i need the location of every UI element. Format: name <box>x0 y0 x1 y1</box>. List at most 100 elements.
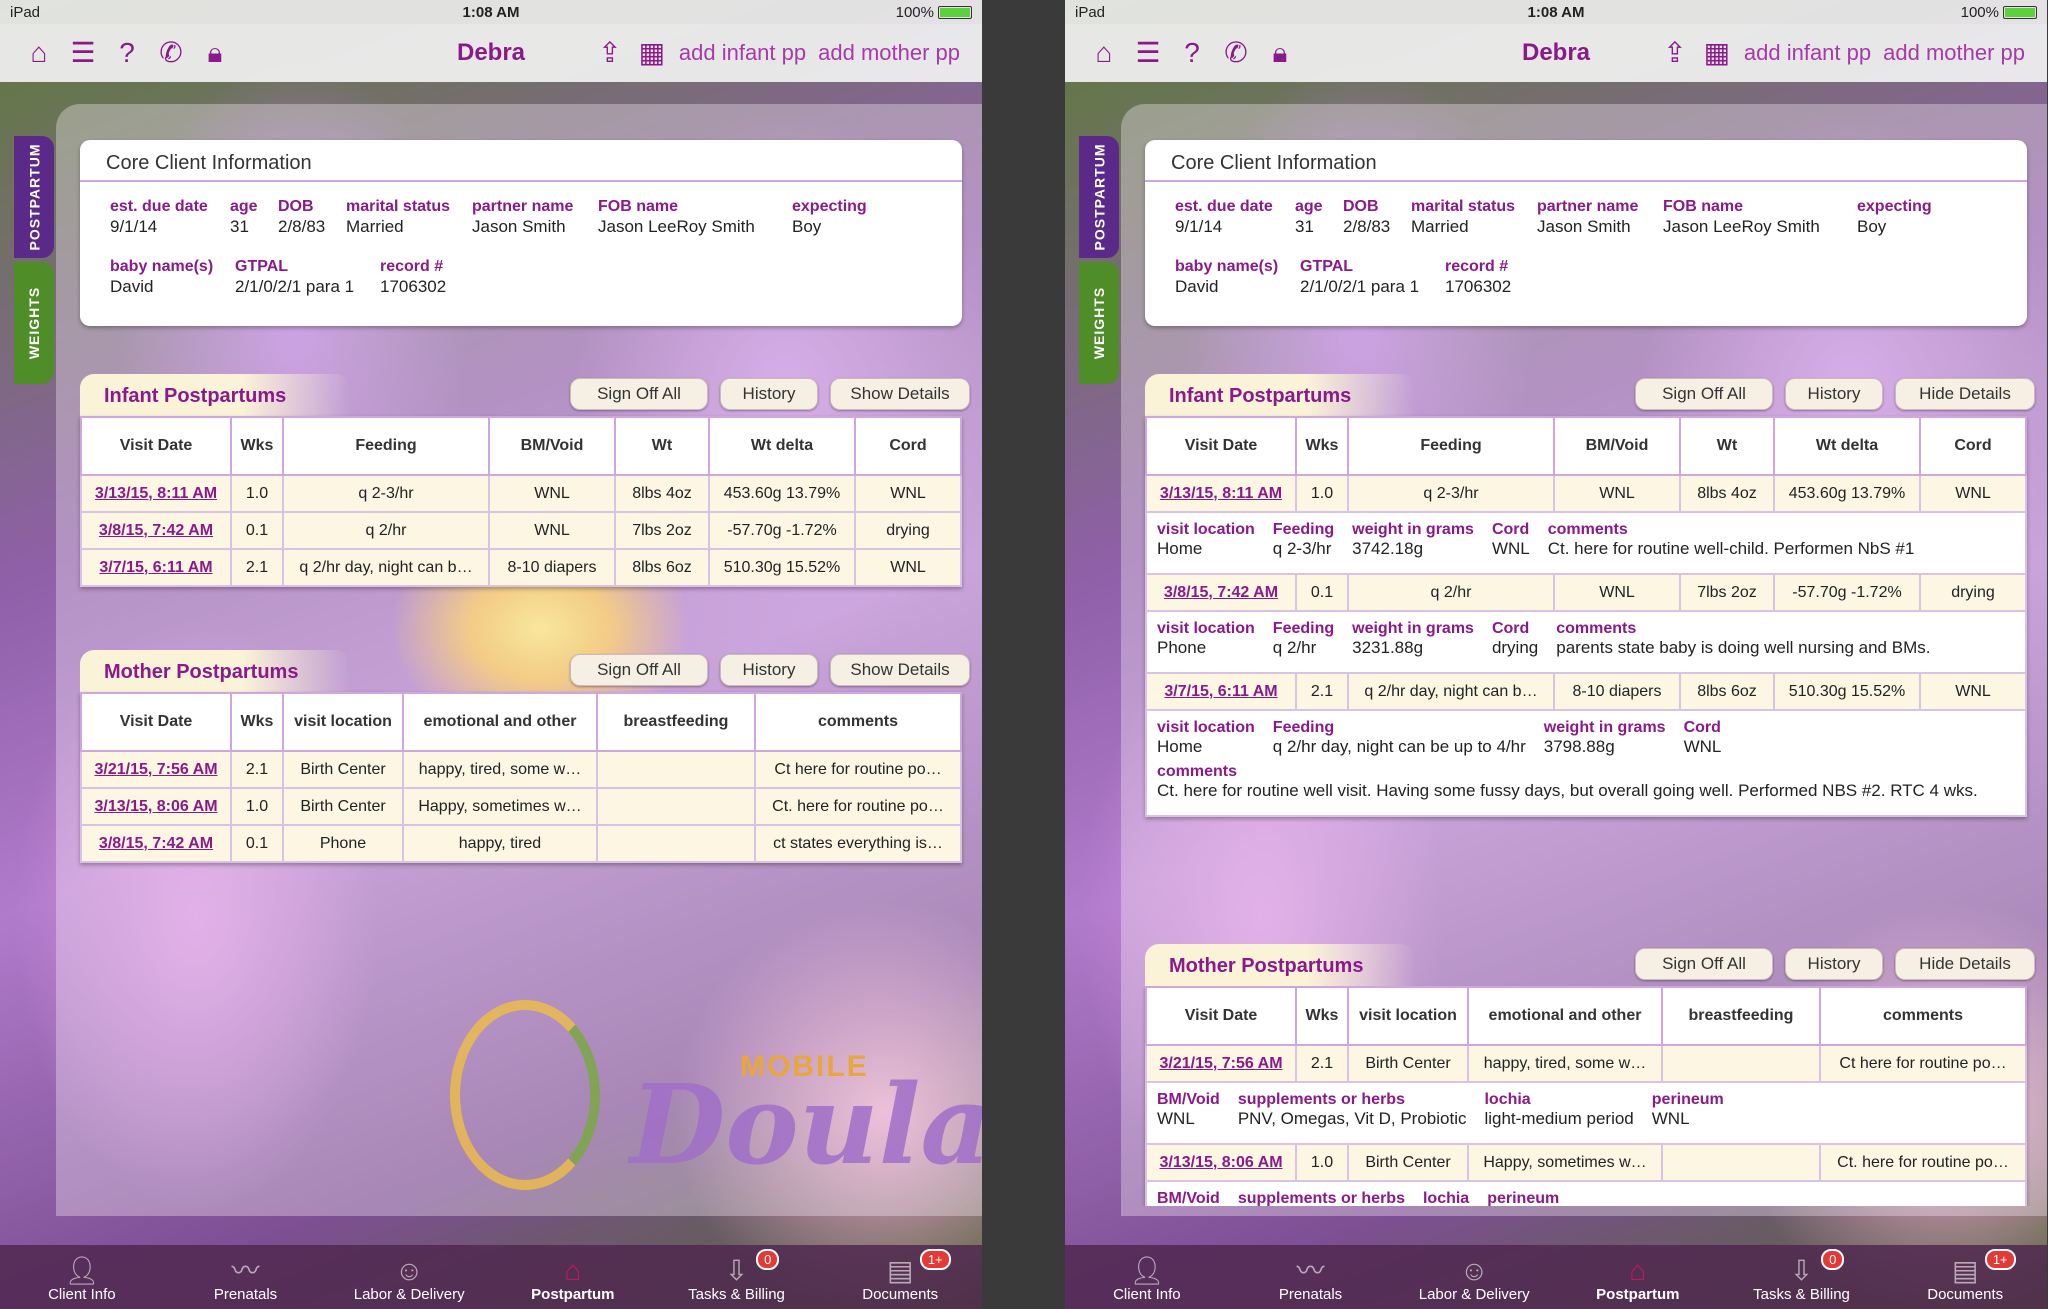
visit-date-link[interactable]: 3/13/15, 8:06 AM <box>80 787 232 826</box>
col-wt[interactable]: Wt <box>1679 416 1775 476</box>
col-visit-date[interactable]: Visit Date <box>80 416 232 476</box>
mother-hide-details-button[interactable]: Hide Details <box>1895 948 2035 980</box>
table-row[interactable]: 3/8/15, 7:42 AM 0.1 q 2/hr WNL 7lbs 2oz … <box>1145 573 2027 612</box>
visit-date-link[interactable]: 3/8/15, 7:42 AM <box>1145 573 1297 612</box>
side-tab-weights[interactable]: WEIGHTS <box>1079 262 1119 384</box>
table-row[interactable]: 3/7/15, 6:11 AM 2.1 q 2/hr day, night ca… <box>1145 672 2027 711</box>
tab-labor-delivery[interactable]: ☺ Labor & Delivery <box>327 1245 491 1309</box>
tab-client-info[interactable]: 👤︎ Client Info <box>0 1245 164 1309</box>
cell: q 2/hr day, night can b… <box>282 548 490 587</box>
col-cord[interactable]: Cord <box>1919 416 2027 476</box>
mother-history-button[interactable]: History <box>1785 948 1883 980</box>
mother-sign-off-all-button[interactable]: Sign Off All <box>570 654 708 686</box>
infant-show-details-button[interactable]: Show Details <box>830 378 970 410</box>
infant-history-button[interactable]: History <box>720 378 818 410</box>
home-icon[interactable]: ⌂ <box>1089 38 1119 68</box>
col-bm-void[interactable]: BM/Void <box>488 416 616 476</box>
infant-sign-off-all-button[interactable]: Sign Off All <box>1635 378 1773 410</box>
side-tab-weights[interactable]: WEIGHTS <box>14 262 54 384</box>
col-feeding[interactable]: Feeding <box>282 416 490 476</box>
mother-history-button[interactable]: History <box>720 654 818 686</box>
tab-tasks-billing[interactable]: ⇩ 0 Tasks & Billing <box>1720 1245 1884 1309</box>
col-bm-void[interactable]: BM/Void <box>1553 416 1681 476</box>
col-feeding[interactable]: Feeding <box>1347 416 1555 476</box>
visit-date-link[interactable]: 3/8/15, 7:42 AM <box>80 824 232 863</box>
side-tab-postpartum[interactable]: POSTPARTUM <box>14 136 54 258</box>
table-row[interactable]: 3/21/15, 7:56 AM 2.1 Birth Center happy,… <box>80 750 962 789</box>
col-cord[interactable]: Cord <box>854 416 962 476</box>
col-wks[interactable]: Wks <box>1295 986 1349 1046</box>
col-visit-location[interactable]: visit location <box>1347 986 1469 1046</box>
calendar-icon[interactable]: ▦ <box>637 36 667 69</box>
home-icon[interactable]: ⌂ <box>24 38 54 68</box>
infant-hide-details-button[interactable]: Hide Details <box>1895 378 2035 410</box>
tab-tasks-billing[interactable]: ⇩ 0 Tasks & Billing <box>655 1245 819 1309</box>
phone-icon[interactable]: ✆ <box>156 38 186 68</box>
visit-date-link[interactable]: 3/21/15, 7:56 AM <box>1145 1044 1297 1083</box>
infant-history-button[interactable]: History <box>1785 378 1883 410</box>
add-infant-pp-link[interactable]: add infant pp <box>1744 40 1871 66</box>
table-row[interactable]: 3/7/15, 6:11 AM 2.1 q 2/hr day, night ca… <box>80 548 962 587</box>
col-wks[interactable]: Wks <box>230 692 284 752</box>
help-icon[interactable]: ? <box>1177 38 1207 68</box>
table-row[interactable]: 3/13/15, 8:11 AM 1.0 q 2-3/hr WNL 8lbs 4… <box>80 474 962 513</box>
share-icon[interactable]: ⇪ <box>1660 36 1690 69</box>
cell: q 2/hr <box>282 511 490 550</box>
add-infant-pp-link[interactable]: add infant pp <box>679 40 806 66</box>
col-comments[interactable]: comments <box>754 692 962 752</box>
table-row[interactable]: 3/21/15, 7:56 AM 2.1 Birth Center happy,… <box>1145 1044 2027 1083</box>
visit-date-link[interactable]: 3/21/15, 7:56 AM <box>80 750 232 789</box>
tab-labor-delivery[interactable]: ☺ Labor & Delivery <box>1392 1245 1556 1309</box>
tab-documents[interactable]: ▤ 1+ Documents <box>1883 1245 2047 1309</box>
mother-table-scroll[interactable]: Visit Date Wks visit location emotional … <box>1065 986 2047 1206</box>
col-wt-delta[interactable]: Wt delta <box>708 416 856 476</box>
help-icon[interactable]: ? <box>112 38 142 68</box>
phone-icon[interactable]: ✆ <box>1221 38 1251 68</box>
tab-prenatals[interactable]: 〰 Prenatals <box>164 1245 328 1309</box>
add-mother-pp-link[interactable]: add mother pp <box>1883 40 2025 66</box>
table-row[interactable]: 3/8/15, 7:42 AM 0.1 Phone happy, tired c… <box>80 824 962 863</box>
col-wks[interactable]: Wks <box>230 416 284 476</box>
col-visit-date[interactable]: Visit Date <box>80 692 232 752</box>
visit-date-link[interactable]: 3/8/15, 7:42 AM <box>80 511 232 550</box>
table-row[interactable]: 3/13/15, 8:06 AM 1.0 Birth Center Happy,… <box>80 787 962 826</box>
visit-date-link[interactable]: 3/13/15, 8:11 AM <box>1145 474 1297 513</box>
table-row[interactable]: 3/13/15, 8:06 AM 1.0 Birth Center Happy,… <box>1145 1143 2027 1182</box>
tab-postpartum[interactable]: ⌂ Postpartum <box>1556 1245 1720 1309</box>
tab-client-info[interactable]: 👤︎ Client Info <box>1065 1245 1229 1309</box>
tab-documents[interactable]: ▤ 1+ Documents <box>818 1245 982 1309</box>
share-icon[interactable]: ⇪ <box>595 36 625 69</box>
col-wt-delta[interactable]: Wt delta <box>1773 416 1921 476</box>
add-mother-pp-link[interactable]: add mother pp <box>818 40 960 66</box>
col-comments[interactable]: comments <box>1819 986 2027 1046</box>
mother-sign-off-all-button[interactable]: Sign Off All <box>1635 948 1773 980</box>
col-wks[interactable]: Wks <box>1295 416 1349 476</box>
lock-icon[interactable]: 🔒︎ <box>200 38 230 68</box>
col-visit-date[interactable]: Visit Date <box>1145 416 1297 476</box>
visit-date-link[interactable]: 3/13/15, 8:06 AM <box>1145 1143 1297 1182</box>
lock-icon[interactable]: 🔒︎ <box>1265 38 1295 68</box>
cell: q 2/hr day, night can b… <box>1347 672 1555 711</box>
side-tab-postpartum[interactable]: POSTPARTUM <box>1079 136 1119 258</box>
infant-sign-off-all-button[interactable]: Sign Off All <box>570 378 708 410</box>
visit-date-link[interactable]: 3/7/15, 6:11 AM <box>80 548 232 587</box>
col-visit-location[interactable]: visit location <box>282 692 404 752</box>
table-row[interactable]: 3/13/15, 8:11 AM 1.0 q 2-3/hr WNL 8lbs 4… <box>1145 474 2027 513</box>
list-icon[interactable]: ☰ <box>68 38 98 68</box>
table-row[interactable]: 3/8/15, 7:42 AM 0.1 q 2/hr WNL 7lbs 2oz … <box>80 511 962 550</box>
col-emotional[interactable]: emotional and other <box>1467 986 1663 1046</box>
visit-date-link[interactable]: 3/13/15, 8:11 AM <box>80 474 232 513</box>
col-breastfeeding[interactable]: breastfeeding <box>1661 986 1821 1046</box>
col-wt[interactable]: Wt <box>614 416 710 476</box>
tab-postpartum[interactable]: ⌂ Postpartum <box>491 1245 655 1309</box>
detail-comments: comments Ct. here for routine well-child.… <box>1547 521 1915 558</box>
tab-prenatals[interactable]: 〰 Prenatals <box>1229 1245 1393 1309</box>
col-visit-date[interactable]: Visit Date <box>1145 986 1297 1046</box>
calendar-icon[interactable]: ▦ <box>1702 36 1732 69</box>
mother-section-title: Mother Postpartums <box>80 650 350 692</box>
list-icon[interactable]: ☰ <box>1133 38 1163 68</box>
mother-show-details-button[interactable]: Show Details <box>830 654 970 686</box>
visit-date-link[interactable]: 3/7/15, 6:11 AM <box>1145 672 1297 711</box>
col-emotional[interactable]: emotional and other <box>402 692 598 752</box>
col-breastfeeding[interactable]: breastfeeding <box>596 692 756 752</box>
